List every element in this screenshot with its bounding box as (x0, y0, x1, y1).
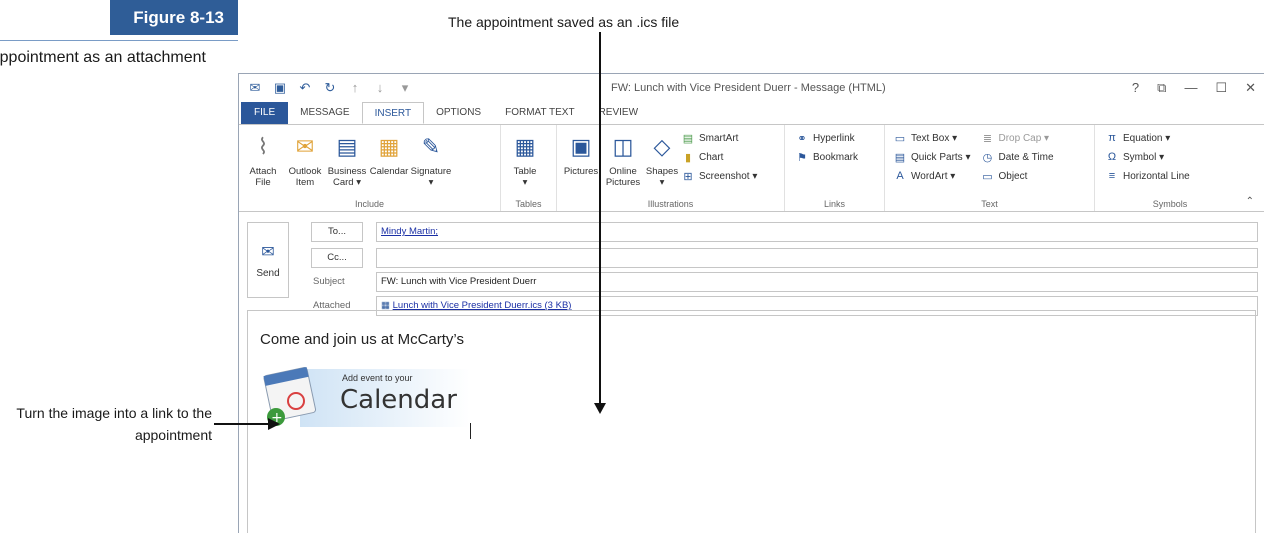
arrow-head-left (268, 418, 280, 430)
callout-arrows (214, 32, 606, 430)
arrow-head-top (594, 403, 606, 414)
